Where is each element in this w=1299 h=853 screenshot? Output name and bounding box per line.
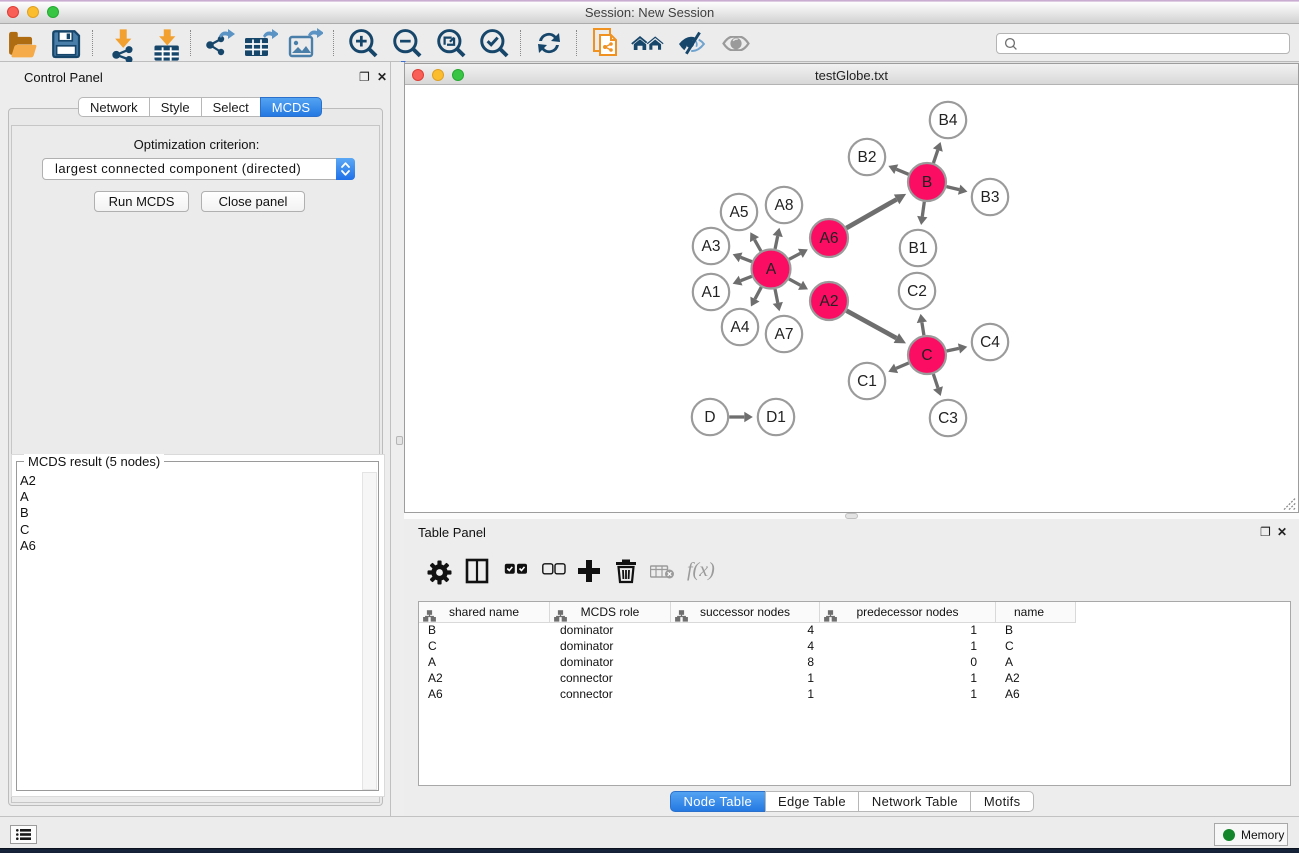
svg-text:A8: A8 [775,197,794,214]
svg-text:D: D [704,409,715,426]
svg-text:B4: B4 [939,112,958,129]
svg-text:A3: A3 [702,238,721,255]
svg-text:D1: D1 [766,409,786,426]
svg-text:C1: C1 [857,373,877,390]
svg-text:B3: B3 [981,189,1000,206]
svg-text:A4: A4 [731,319,750,336]
svg-text:B2: B2 [858,149,877,166]
svg-text:A6: A6 [820,230,839,247]
svg-text:C2: C2 [907,283,927,300]
svg-text:B1: B1 [909,240,928,257]
svg-text:C4: C4 [980,334,1000,351]
svg-text:A7: A7 [775,326,794,343]
svg-text:A: A [766,261,777,278]
svg-text:C: C [921,347,932,364]
svg-text:A5: A5 [730,204,749,221]
svg-text:A2: A2 [820,293,839,310]
svg-text:B: B [922,174,932,191]
svg-text:C3: C3 [938,410,958,427]
svg-text:A1: A1 [702,284,721,301]
